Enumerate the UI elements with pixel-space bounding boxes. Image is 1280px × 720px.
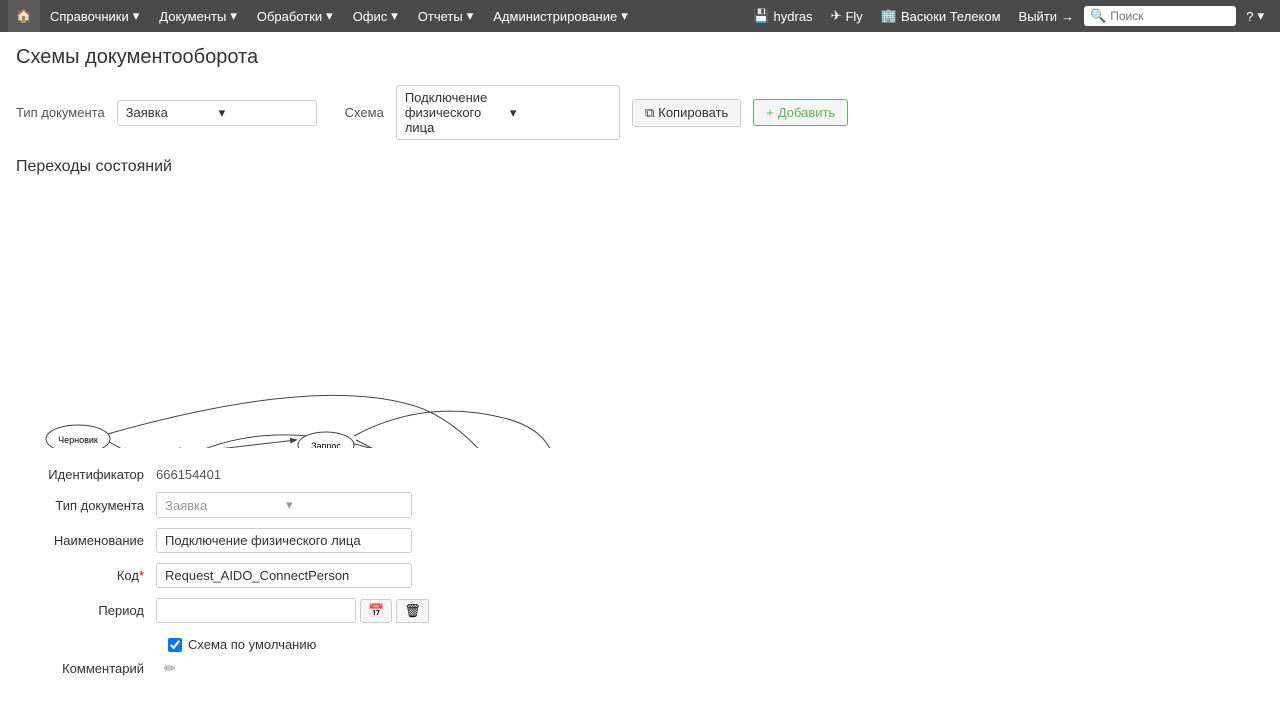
form-period-input[interactable] xyxy=(156,598,356,623)
nav-hydras[interactable]: 💾 hydras xyxy=(745,8,820,24)
default-schema-label: Схема по умолчанию xyxy=(188,637,316,652)
clear-date-button[interactable]: 🗑 xyxy=(396,599,429,623)
period-controls: 📅 🗑 xyxy=(156,598,429,623)
copy-button[interactable]: ⧉ Копировать xyxy=(632,99,741,127)
default-schema-row: Схема по умолчанию xyxy=(16,633,1264,656)
form-doc-type-row: Тип документа Заявка ▾ xyxy=(16,492,1264,518)
default-schema-checkbox[interactable] xyxy=(168,638,182,652)
search-input[interactable] xyxy=(1110,9,1230,23)
nav-item-references[interactable]: Справочники ▾ xyxy=(40,0,149,32)
schema-dropdown[interactable]: Подключение физического лица ▾ xyxy=(396,85,620,140)
svg-text:Запрос: Запрос xyxy=(311,441,341,448)
nav-company[interactable]: 🏢 Васюки Телеком xyxy=(873,8,1009,24)
form-code-row: Код xyxy=(16,563,1264,588)
pencil-icon[interactable]: ✏ xyxy=(164,660,176,677)
identifier-row: Идентификатор 666154401 xyxy=(16,467,1264,482)
form-name-input[interactable] xyxy=(156,528,412,553)
toolbar: Тип документа Заявка ▾ Схема Подключение… xyxy=(0,79,1280,150)
search-icon: 🔍 xyxy=(1090,8,1106,24)
comment-label: Комментарий xyxy=(16,661,156,676)
schema-label: Схема xyxy=(345,105,384,120)
nav-help[interactable]: ? ▾ xyxy=(1238,8,1272,24)
form-period-row: Период 📅 🗑 xyxy=(16,598,1264,623)
page-title: Схемы документооборота xyxy=(0,32,1280,79)
nav-item-admin[interactable]: Администрирование ▾ xyxy=(483,0,638,32)
chevron-down-icon: ▾ xyxy=(219,105,308,121)
form-code-input[interactable] xyxy=(156,563,412,588)
form-code-label: Код xyxy=(16,568,156,583)
state-diagram: Черновик Активация Запрос Отклонен К ист… xyxy=(0,180,1280,459)
doc-type-dropdown[interactable]: Заявка ▾ xyxy=(117,100,317,126)
search-box: 🔍 xyxy=(1084,6,1236,26)
copy-icon: ⧉ xyxy=(645,105,654,121)
chevron-down-icon: ▾ xyxy=(510,105,611,121)
section-transitions-title: Переходы состояний xyxy=(0,150,1280,180)
form-doc-type-dropdown[interactable]: Заявка ▾ xyxy=(156,492,412,518)
calendar-button[interactable]: 📅 xyxy=(360,599,392,623)
nav-item-processing[interactable]: Обработки ▾ xyxy=(247,0,343,32)
form-section: Идентификатор 666154401 Тип документа За… xyxy=(0,459,1280,699)
home-button[interactable]: 🏠 xyxy=(8,0,40,32)
form-name-label: Наименование xyxy=(16,533,156,548)
navbar: 🏠 Справочники ▾ Документы ▾ Обработки ▾ … xyxy=(0,0,1280,32)
nav-item-documents[interactable]: Документы ▾ xyxy=(149,0,247,32)
form-name-row: Наименование xyxy=(16,528,1264,553)
plus-icon: + xyxy=(766,105,774,120)
nav-item-reports[interactable]: Отчеты ▾ xyxy=(408,0,483,32)
form-period-label: Период xyxy=(16,603,156,618)
identifier-value: 666154401 xyxy=(156,467,221,482)
nav-exit[interactable]: Выйти → xyxy=(1011,9,1083,24)
form-doc-type-label: Тип документа xyxy=(16,498,156,513)
identifier-label: Идентификатор xyxy=(16,467,156,482)
chevron-down-icon: ▾ xyxy=(286,497,403,513)
comment-row: Комментарий ✏ xyxy=(16,656,1264,681)
add-button[interactable]: + Добавить xyxy=(753,99,848,126)
svg-text:Черновик: Черновик xyxy=(58,435,98,445)
nav-fly[interactable]: ✈ Fly xyxy=(823,8,871,24)
diagram-svg: Черновик Активация Запрос Отклонен К ист… xyxy=(24,188,664,448)
doc-type-label: Тип документа xyxy=(16,105,105,120)
nav-item-office[interactable]: Офис ▾ xyxy=(343,0,408,32)
